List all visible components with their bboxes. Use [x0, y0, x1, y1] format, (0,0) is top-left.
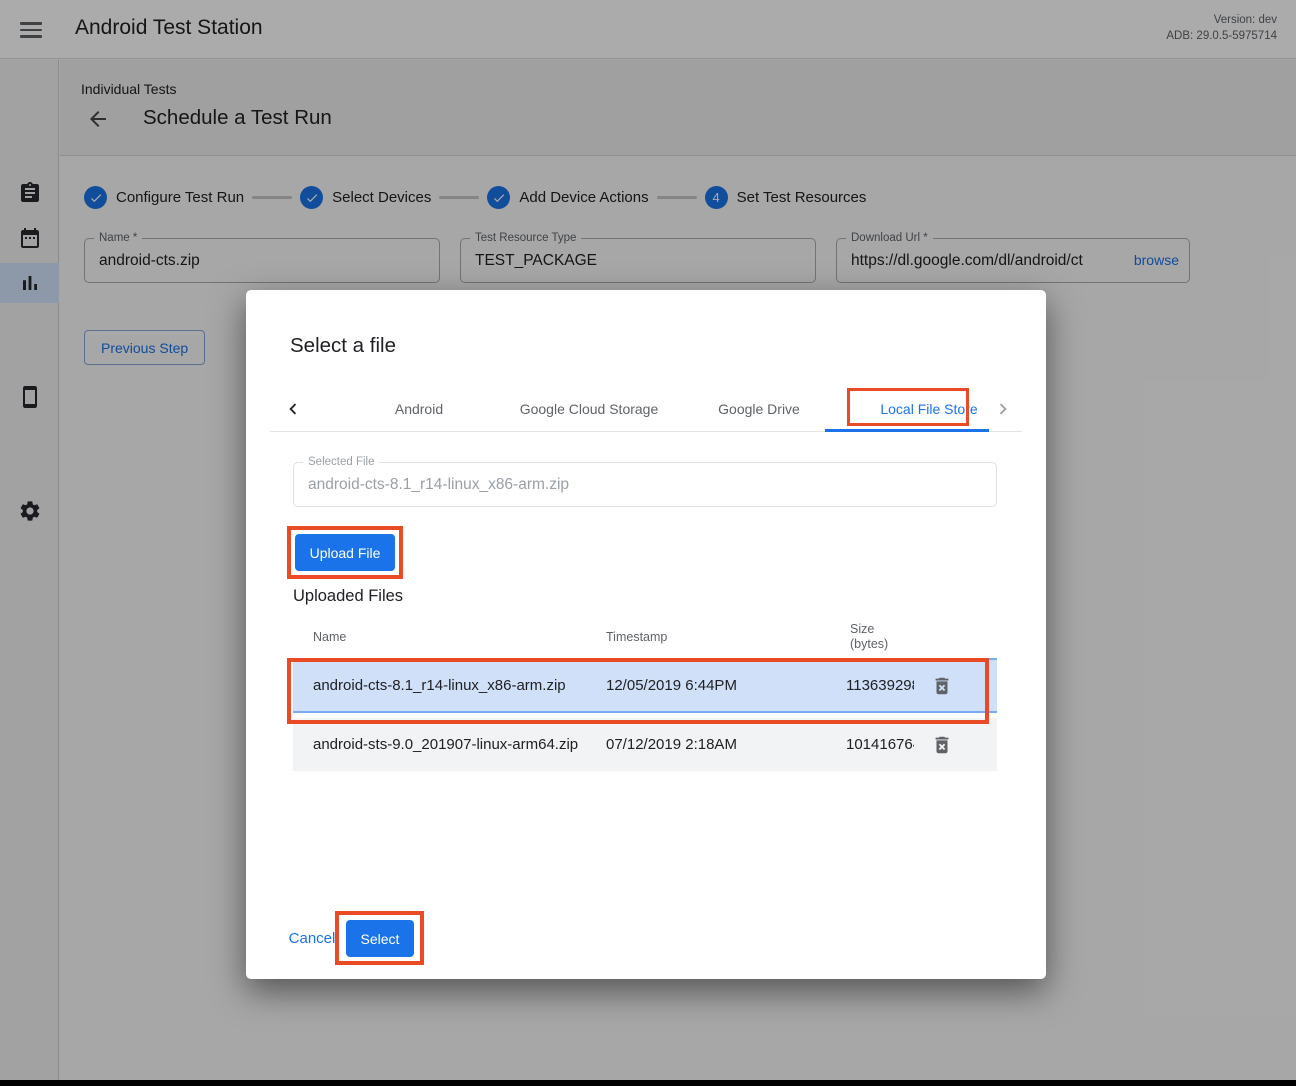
delete-forever-icon	[931, 734, 953, 756]
tab-google-cloud-storage[interactable]: Google Cloud Storage	[504, 386, 674, 432]
delete-file-button[interactable]	[927, 718, 957, 771]
tab-scroll-left-button[interactable]	[280, 396, 306, 422]
selected-file-value: android-cts-8.1_r14-linux_x86-arm.zip	[294, 463, 996, 506]
table-row[interactable]: android-sts-9.0_201907-linux-arm64.zip 0…	[293, 718, 997, 771]
selected-file-label: Selected File	[303, 456, 379, 469]
upload-file-button[interactable]: Upload File	[295, 534, 395, 571]
active-tab-underline	[825, 429, 989, 432]
select-file-dialog: Select a file Android Google Cloud Stora…	[246, 290, 1046, 979]
tab-next-icon	[992, 398, 1014, 420]
column-header-name: Name	[313, 630, 346, 644]
tab-scroll-right-button[interactable]	[990, 396, 1016, 422]
tab-prev-icon	[282, 398, 304, 420]
table-row-selected[interactable]: android-cts-8.1_r14-linux_x86-arm.zip 12…	[293, 658, 997, 713]
dialog-title: Select a file	[290, 334, 396, 358]
cancel-button[interactable]: Cancel	[286, 920, 338, 957]
timestamp-cell: 07/12/2019 2:18AM	[606, 718, 737, 771]
tabs: Android Google Cloud Storage Google Driv…	[334, 386, 1014, 432]
uploaded-files-heading: Uploaded Files	[293, 587, 403, 606]
table-header-row: Name Timestamp Size (bytes)	[293, 618, 997, 658]
tab-bar: Android Google Cloud Storage Google Driv…	[270, 386, 1022, 432]
size-cell: 113639298	[846, 660, 914, 711]
timestamp-cell: 12/05/2019 6:44PM	[606, 660, 737, 711]
file-name-cell: android-sts-9.0_201907-linux-arm64.zip	[313, 718, 578, 771]
delete-file-button[interactable]	[927, 660, 957, 711]
tab-android[interactable]: Android	[334, 386, 504, 432]
uploaded-files-table: Name Timestamp Size (bytes) android-cts-…	[293, 618, 997, 771]
selected-file-field[interactable]: Selected File android-cts-8.1_r14-linux_…	[293, 462, 997, 507]
size-cell: 101416764	[846, 718, 914, 771]
bottom-strip	[0, 1080, 1296, 1086]
column-header-timestamp: Timestamp	[606, 630, 667, 644]
delete-forever-icon	[931, 675, 953, 697]
screen: Android Test Station Version: dev ADB: 2…	[0, 0, 1296, 1086]
file-name-cell: android-cts-8.1_r14-linux_x86-arm.zip	[313, 660, 566, 711]
tab-local-file-store[interactable]: Local File Store	[844, 386, 1014, 432]
column-header-size: Size (bytes)	[850, 622, 888, 652]
tab-google-drive[interactable]: Google Drive	[674, 386, 844, 432]
select-button[interactable]: Select	[346, 920, 414, 957]
